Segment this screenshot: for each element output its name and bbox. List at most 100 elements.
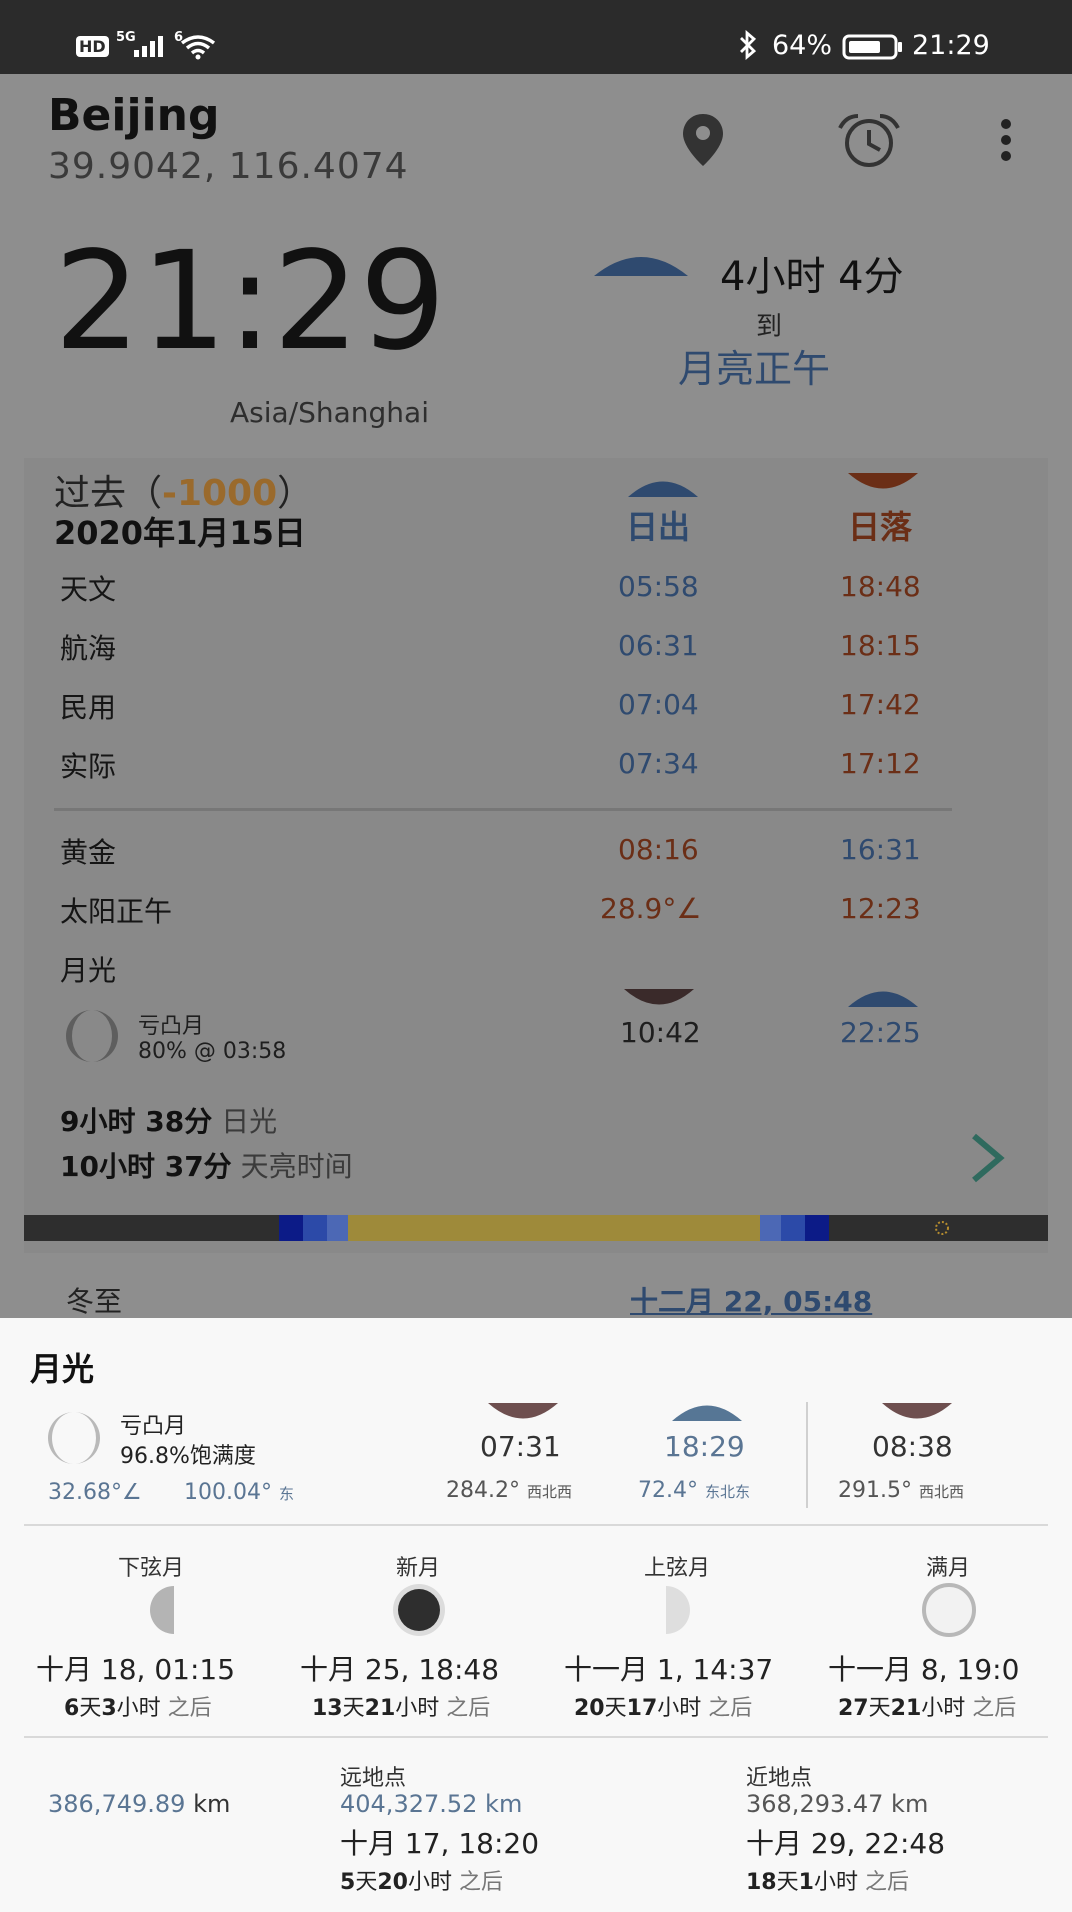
days-unit: 天 [355,1870,378,1895]
days-unit: 天 [868,1696,891,1721]
moonrise-icon [622,988,696,1008]
alarm-icon[interactable] [834,112,904,170]
sheet-moon-icon [46,1410,102,1466]
coordinates: 39.9042, 116.4074 [48,146,409,187]
days-unit: 天 [604,1696,627,1721]
row-set: 18:48 [840,570,921,603]
main-screen: Beijing 39.9042, 116.4074 21:29 Asia/Sha… [0,74,1072,1318]
countdown-days: 6 [64,1696,80,1721]
after-label: 之后 [167,1696,212,1721]
sheet-event2-time: 18:29 [664,1430,745,1463]
event2-deg: 72.4° [638,1478,698,1503]
golden-set: 16:31 [840,833,921,866]
days-unit: 天 [79,1696,102,1721]
sunset-icon [846,472,920,492]
apogee-label: 远地点 [340,1766,407,1791]
hours-unit: 小时 [657,1696,702,1721]
card-divider [54,808,952,811]
moon-half-icon [592,254,690,278]
countdown-event: 月亮正午 [678,347,831,391]
sheet-title: 月光 [30,1350,95,1388]
apogee-distance: 404,327.52 km [340,1790,523,1818]
daylight-line: 9小时 38分 日光 [60,1100,277,1140]
big-clock: 21:29 [54,223,446,381]
golden-label: 黄金 [60,836,117,869]
days-unit: 天 [776,1870,799,1895]
daylight-value: 9小时 38分 [60,1105,213,1138]
azimuth-dir: 东 [278,1485,294,1503]
solstice-date[interactable]: 十二月 22, 05:48 [630,1280,872,1320]
phase-countdown: 20天17小时 之后 [574,1690,752,1722]
hours-unit: 小时 [116,1696,161,1721]
card-moon-illum: 80% @ 03:58 [138,1039,287,1064]
current-distance: 386,749.89 km [48,1790,230,1818]
solar-noon-time: 12:23 [840,892,921,925]
after-label: 之后 [458,1870,503,1895]
countdown-hours: 21 [890,1696,922,1721]
after-label: 之后 [708,1696,753,1721]
daylight-label: 日光 [221,1105,278,1138]
row-label: 民用 [60,691,117,724]
battery-percent: 64% [772,30,833,61]
phase-name: 新月 [396,1556,441,1581]
card-moon-phase: 亏凸月 [138,1014,205,1039]
chevron-right-icon[interactable] [968,1132,1008,1184]
status-bar: HD 5G 6 64% 21:29 [0,0,1072,74]
countdown-hours: 1 [798,1870,814,1895]
event3-deg: 291.5° [838,1478,912,1503]
solstice-label: 冬至 [66,1285,123,1318]
moonlight-label: 月光 [60,954,117,987]
event3-direction: 西北西 [918,1483,964,1501]
moonlight-sheet: 月光 亏凸月 96.8%饱满度 32.68°∠ 100.04° 东 07:31 … [0,1318,1072,1912]
moonset-icon [846,988,920,1008]
countdown-days: 20 [574,1696,605,1721]
card-moonrise-time: 10:42 [620,1016,701,1049]
row-rise: 06:31 [618,629,699,662]
sheet-phase: 亏凸月 [120,1414,187,1439]
event1-deg: 284.2° [446,1478,520,1503]
first-quarter-icon [666,1584,718,1636]
hd-badge: HD [76,36,109,57]
sheet-fullness: 96.8%饱满度 [120,1444,256,1469]
distance-unit: km [193,1790,231,1818]
card-moon-icon [64,1008,120,1064]
row-rise: 07:34 [618,747,699,780]
apogee-date: 十月 17, 18:20 [340,1827,540,1860]
countdown-days: 5 [340,1870,356,1895]
full-moon-icon [912,1582,986,1638]
solar-noon-angle: 28.9°∠ [600,892,702,925]
distance-value: 386,749.89 [48,1790,186,1818]
event2-direction: 东北东 [704,1483,750,1501]
hours-unit: 小时 [407,1870,452,1895]
solar-noon-label: 太阳正午 [60,895,173,928]
timeline-now-marker-icon [932,1219,952,1237]
perigee-label: 近地点 [746,1766,813,1791]
timezone-label: Asia/Shanghai [230,396,429,429]
timeline-twilight-segment [303,1215,327,1241]
sunrise-icon [626,478,700,498]
phase-date: 十一月 8, 19:0 [828,1653,1020,1686]
timeline-twilight-segment [760,1215,781,1241]
days-unit: 天 [342,1696,365,1721]
overflow-menu-icon[interactable] [998,118,1014,162]
phase-countdown: 13天21小时 之后 [312,1690,490,1722]
perigee-countdown: 18天1小时 之后 [746,1864,909,1896]
dawn-label: 天亮时间 [240,1150,353,1183]
countdown-days: 13 [312,1696,343,1721]
row-set: 17:12 [840,747,921,780]
day-timeline-bar [24,1215,1048,1241]
phase-date: 十一月 1, 14:37 [564,1653,774,1686]
phase-name: 上弦月 [644,1556,711,1581]
sheet-divider [24,1524,1048,1526]
dawn-value: 10小时 37分 [60,1150,232,1183]
sheet-event2-dir: 72.4° 东北东 [638,1478,750,1503]
apogee-countdown: 5天20小时 之后 [340,1864,503,1896]
signal-label: 5G [116,30,136,45]
event1-direction: 西北西 [526,1483,572,1501]
location-pin-icon[interactable] [680,112,726,168]
countdown-days: 18 [746,1870,777,1895]
sheet-event1-dir: 284.2° 西北西 [446,1478,572,1503]
countdown-days: 27 [838,1696,869,1721]
sheet-divider [24,1736,1048,1738]
countdown-hours: 17 [626,1696,658,1721]
